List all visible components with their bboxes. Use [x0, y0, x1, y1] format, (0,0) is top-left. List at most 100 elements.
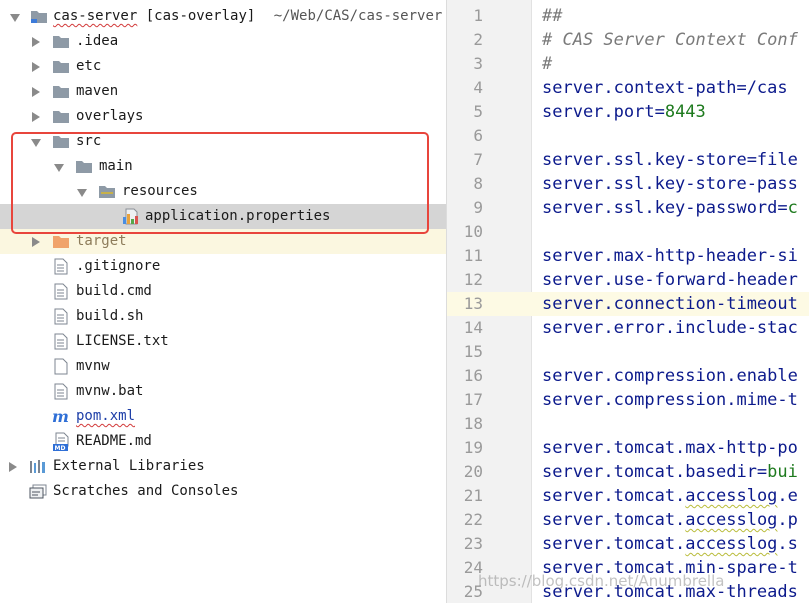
- code-line[interactable]: server.port=8443: [532, 100, 809, 124]
- chevron-right-icon[interactable]: [32, 112, 40, 122]
- tree-item-scratches[interactable]: Scratches and Consoles: [0, 479, 446, 504]
- tree-item-label: build.cmd: [76, 283, 152, 299]
- tree-item-target[interactable]: target: [0, 229, 446, 254]
- code-line[interactable]: server.compression.enable: [532, 364, 809, 388]
- code-line[interactable]: server.tomcat.max-threads: [532, 580, 809, 603]
- line-number[interactable]: 6: [447, 124, 483, 148]
- code-line[interactable]: server.tomcat.accesslog.s: [532, 532, 809, 556]
- code-line[interactable]: server.tomcat.min-spare-t: [532, 556, 809, 580]
- chevron-down-icon[interactable]: [54, 164, 64, 172]
- line-number[interactable]: 10: [447, 220, 483, 244]
- code-text: server.port=: [542, 102, 665, 122]
- tree-item-mvnw[interactable]: mvnw: [0, 354, 446, 379]
- tree-root[interactable]: cas-server [cas-overlay] ~/Web/CAS/cas-s…: [0, 4, 446, 29]
- chevron-right-icon[interactable]: [32, 37, 40, 47]
- tree-item-readme[interactable]: MD README.md: [0, 429, 446, 454]
- svg-text:m: m: [52, 408, 69, 425]
- line-number[interactable]: 14: [447, 316, 483, 340]
- tree-item-license[interactable]: LICENSE.txt: [0, 329, 446, 354]
- line-number[interactable]: 2: [447, 28, 483, 52]
- line-number[interactable]: 12: [447, 268, 483, 292]
- code-line[interactable]: [532, 124, 809, 148]
- line-number[interactable]: 7: [447, 148, 483, 172]
- spellcheck-word: accesslog: [685, 510, 778, 530]
- code-line[interactable]: #: [532, 52, 809, 76]
- tree-item-label: resources: [122, 183, 198, 199]
- line-number[interactable]: 9: [447, 196, 483, 220]
- tree-item-build-sh[interactable]: build.sh: [0, 304, 446, 329]
- tree-item-label: Scratches and Consoles: [53, 483, 239, 499]
- tree-item-src[interactable]: src: [0, 129, 446, 154]
- line-number[interactable]: 17: [447, 388, 483, 412]
- chevron-right-icon[interactable]: [9, 462, 17, 472]
- tree-item-idea[interactable]: .idea: [0, 29, 446, 54]
- tree-item-external-libraries[interactable]: External Libraries: [0, 454, 446, 479]
- line-number[interactable]: 19: [447, 436, 483, 460]
- line-number[interactable]: 1: [447, 4, 483, 28]
- line-number[interactable]: 24: [447, 556, 483, 580]
- properties-file-icon: [123, 208, 138, 225]
- line-number[interactable]: 18: [447, 412, 483, 436]
- code-text: # CAS Server Context Conf: [542, 30, 798, 50]
- code-line[interactable]: server.ssl.key-store-pass: [532, 172, 809, 196]
- code-line[interactable]: # CAS Server Context Conf: [532, 28, 809, 52]
- chevron-down-icon[interactable]: [10, 14, 20, 22]
- line-number[interactable]: 22: [447, 508, 483, 532]
- line-number[interactable]: 11: [447, 244, 483, 268]
- code-line[interactable]: server.context-path=/cas: [532, 76, 809, 100]
- project-name: cas-server: [53, 8, 138, 24]
- code-line[interactable]: server.connection-timeout: [532, 292, 809, 316]
- tree-item-gitignore[interactable]: .gitignore: [0, 254, 446, 279]
- line-number[interactable]: 3: [447, 52, 483, 76]
- code-line[interactable]: ##: [532, 4, 809, 28]
- line-number[interactable]: 16: [447, 364, 483, 388]
- code-text: server.ssl.key-store-pass: [542, 174, 798, 194]
- tree-item-application-properties[interactable]: application.properties: [0, 204, 446, 229]
- code-text: server.tomcat.max-http-po: [542, 438, 798, 458]
- line-number[interactable]: 25: [447, 580, 483, 603]
- line-number[interactable]: 5: [447, 100, 483, 124]
- code-line[interactable]: [532, 412, 809, 436]
- line-number[interactable]: 4: [447, 76, 483, 100]
- folder-icon: [53, 61, 69, 73]
- code-line[interactable]: server.error.include-stac: [532, 316, 809, 340]
- tree-item-resources[interactable]: resources: [0, 179, 446, 204]
- code-value: c: [787, 198, 798, 218]
- tree-item-mvnw-bat[interactable]: mvnw.bat: [0, 379, 446, 404]
- code-line[interactable]: server.use-forward-header: [532, 268, 809, 292]
- chevron-right-icon[interactable]: [32, 237, 40, 247]
- chevron-right-icon[interactable]: [32, 87, 40, 97]
- line-number[interactable]: 15: [447, 340, 483, 364]
- tree-item-pom-xml[interactable]: m pom.xml: [0, 404, 446, 429]
- line-number[interactable]: 23: [447, 532, 483, 556]
- tree-item-etc[interactable]: etc: [0, 54, 446, 79]
- code-line[interactable]: server.tomcat.accesslog.p: [532, 508, 809, 532]
- code-line[interactable]: server.tomcat.max-http-po: [532, 436, 809, 460]
- code-line[interactable]: server.tomcat.accesslog.e: [532, 484, 809, 508]
- line-number[interactable]: 20: [447, 460, 483, 484]
- tree-item-maven[interactable]: maven: [0, 79, 446, 104]
- code-line[interactable]: server.tomcat.basedir=bui: [532, 460, 809, 484]
- chevron-down-icon[interactable]: [77, 189, 87, 197]
- code-line[interactable]: [532, 340, 809, 364]
- code-line[interactable]: server.ssl.key-password=c: [532, 196, 809, 220]
- chevron-down-icon[interactable]: [31, 139, 41, 147]
- code-line[interactable]: server.compression.mime-t: [532, 388, 809, 412]
- tree-item-build-cmd[interactable]: build.cmd: [0, 279, 446, 304]
- tree-item-main[interactable]: main: [0, 154, 446, 179]
- file-icon: [54, 283, 68, 300]
- code-text: server.tomcat.max-threads: [542, 582, 798, 602]
- code-line[interactable]: [532, 220, 809, 244]
- tree-item-label: maven: [76, 83, 119, 99]
- code-text: server.ssl.key-password=: [542, 198, 788, 218]
- line-number[interactable]: 13: [447, 292, 483, 316]
- tree-item-overlays[interactable]: overlays: [0, 104, 446, 129]
- code-editor[interactable]: ## # CAS Server Context Conf # server.conte…: [532, 0, 809, 603]
- code-text: .s: [777, 534, 798, 554]
- chevron-right-icon[interactable]: [32, 62, 40, 72]
- line-number[interactable]: 21: [447, 484, 483, 508]
- code-line[interactable]: server.max-http-header-si: [532, 244, 809, 268]
- code-line[interactable]: server.ssl.key-store=file: [532, 148, 809, 172]
- tree-item-label: target: [76, 233, 127, 249]
- line-number[interactable]: 8: [447, 172, 483, 196]
